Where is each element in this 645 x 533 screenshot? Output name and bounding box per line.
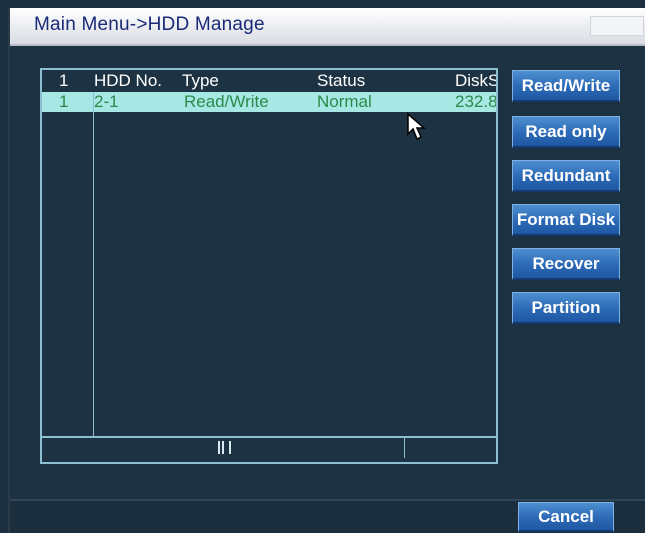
cell-hdd-no: 2-1 [94,92,119,111]
cell-index: 1 [59,92,69,111]
read-write-button[interactable]: Read/Write [512,70,620,102]
table-row[interactable]: 1 2-1 Read/Write Normal 232.8 [42,92,496,112]
title-bar-tab [590,16,644,36]
horizontal-scrollbar[interactable] [42,436,496,458]
header-type: Type [182,71,219,90]
header-index: 1 [59,71,69,90]
scrollbar-grip-icon [218,441,231,454]
read-only-button[interactable]: Read only [512,116,620,148]
partition-button[interactable]: Partition [512,292,620,324]
cell-disk-size: 232.8 [455,92,498,111]
header-disk-size: DiskS [455,71,498,90]
table-header: 1 HDD No. Type Status DiskS [42,70,496,92]
hdd-manage-window: Main Menu->HDD Manage 1 HDD No. Type Sta… [8,8,645,533]
redundant-button[interactable]: Redundant [512,160,620,192]
format-disk-button[interactable]: Format Disk [512,204,620,236]
column-divider [93,92,94,436]
title-bar: Main Menu->HDD Manage [10,8,645,46]
cell-status: Normal [317,92,372,111]
recover-button[interactable]: Recover [512,248,620,280]
header-hdd-no: HDD No. [94,71,163,90]
header-status: Status [317,71,366,90]
mouse-pointer-icon [407,112,426,141]
window-title: Main Menu->HDD Manage [34,14,265,35]
cell-type: Read/Write [184,92,269,111]
cancel-button[interactable]: Cancel [518,502,614,532]
scrollbar-thumb[interactable] [42,438,405,458]
